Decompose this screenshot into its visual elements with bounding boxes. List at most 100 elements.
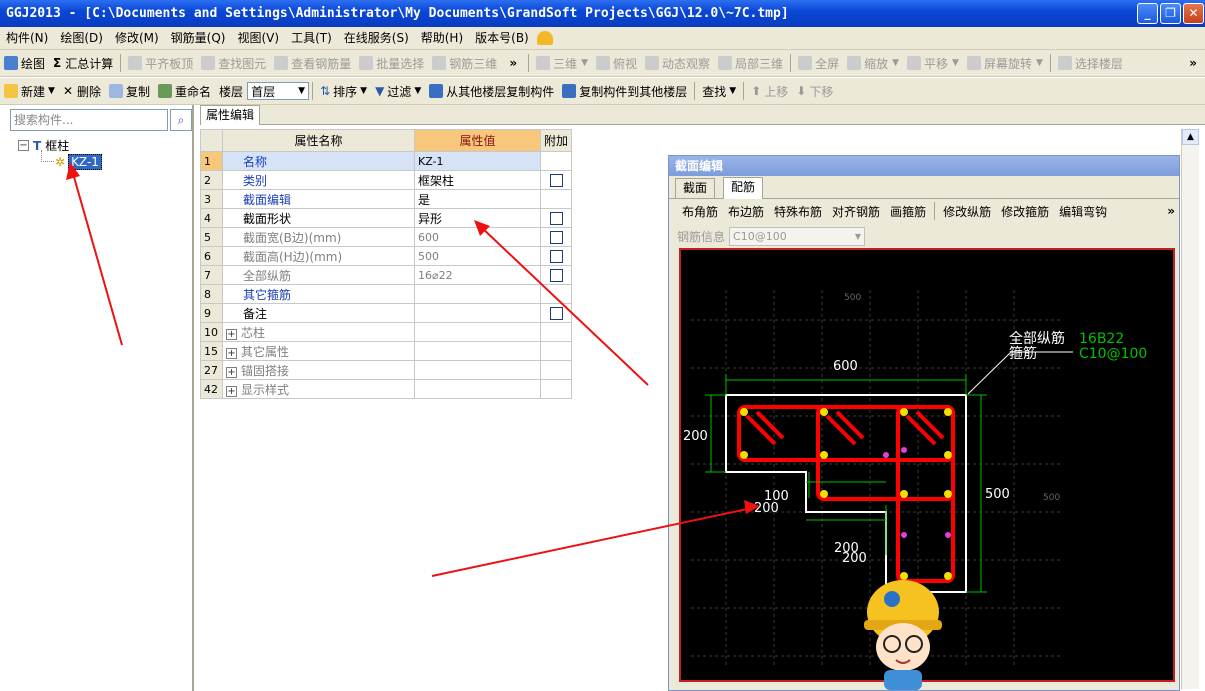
side-rebar-button[interactable]: 布边筋 [723,203,769,220]
table-row[interactable]: 42 + 显示样式 [200,379,573,399]
menu-version[interactable]: 版本号(B) [469,27,535,50]
table-row[interactable]: 8 其它箍筋 [200,284,573,304]
property-value[interactable]: 16⌀22 [414,265,541,285]
table-row[interactable]: 5 截面宽(B边)(mm) 600 [200,227,573,247]
close-button[interactable]: ✕ [1183,3,1204,24]
tree-node-frame-column[interactable]: − T 框柱 [18,137,69,154]
property-value[interactable] [414,284,541,304]
fullscreen-button[interactable]: 全屏 [794,52,843,74]
table-row[interactable]: 7 全部纵筋 16⌀22 [200,265,573,285]
menu-rebar-quantity[interactable]: 钢筋量(Q) [165,27,232,50]
menu-modify[interactable]: 修改(M) [109,27,165,50]
pan-button[interactable]: 平移 ▼ [903,52,963,74]
toolbar-overflow-chevron[interactable]: » [1189,56,1197,70]
batch-select-button[interactable]: 批量选择 [355,52,428,74]
menu-online-service[interactable]: 在线服务(S) [338,27,415,50]
menu-view[interactable]: 视图(V) [231,27,285,50]
extra-checkbox[interactable] [549,231,563,244]
property-group[interactable]: + 显示样式 [222,379,415,399]
corner-rebar-button[interactable]: 布角筋 [677,203,723,220]
find-button[interactable]: 查找 ▼ [698,80,740,102]
table-row[interactable]: 15 + 其它属性 [200,341,573,361]
rebar-info-select[interactable]: C10@100 ▼ [729,226,866,246]
modify-stirrup-button[interactable]: 修改箍筋 [996,203,1054,220]
property-group[interactable]: + 芯柱 [222,322,415,342]
table-row[interactable]: 1 名称 KZ-1 [200,151,573,171]
copy-from-floor-button[interactable]: 从其他楼层复制构件 [425,80,558,102]
edit-hook-button[interactable]: 编辑弯钩 [1054,203,1112,220]
new-button[interactable]: 新建 ▼ [0,80,59,102]
flat-board-button[interactable]: 平齐板顶 [124,52,197,74]
extra-checkbox[interactable] [549,307,563,320]
table-row[interactable]: 6 截面高(H边)(mm) 500 [200,246,573,266]
menu-tools[interactable]: 工具(T) [285,27,338,50]
extra-checkbox[interactable] [549,174,563,187]
copy-button[interactable]: 复制 [105,80,154,102]
select-floor-button[interactable]: 选择楼层 [1054,52,1127,74]
menu-component[interactable]: 构件(N) [0,27,54,50]
align-rebar-button[interactable]: 对齐钢筋 [827,203,885,220]
property-value[interactable]: 600 [414,227,541,247]
column-header-name[interactable]: 属性名称 [222,129,415,152]
minimize-button[interactable]: _ [1137,3,1158,24]
table-row[interactable]: 9 备注 [200,303,573,323]
maximize-button[interactable]: ❐ [1160,3,1181,24]
column-header-value[interactable]: 属性值 [414,129,541,152]
find-element-button[interactable]: 查找图元 [197,52,270,74]
view-rebar-button[interactable]: 查看钢筋量 [270,52,355,74]
search-icon[interactable]: ⌕ [170,109,192,131]
screen-rotate-button[interactable]: 屏幕旋转 ▼ [963,52,1047,74]
table-row[interactable]: 4 截面形状 异形 [200,208,573,228]
helmet-icon[interactable] [536,31,553,45]
menu-help[interactable]: 帮助(H) [415,27,469,50]
property-value[interactable]: 500 [414,246,541,266]
search-input[interactable]: 搜索构件... [10,109,168,131]
property-value[interactable]: 框架柱 [414,170,541,190]
draw-stirrup-button[interactable]: 画箍筋 [885,203,931,220]
floor-select[interactable]: 首层 ▼ [247,82,310,100]
tree-node-kz1[interactable]: ✲ KZ-1 [55,154,102,170]
tab-property-edit[interactable]: 属性编辑 [200,105,260,125]
modify-longitudinal-button[interactable]: 修改纵筋 [938,203,996,220]
toolbar-overflow-chevron[interactable]: » [509,56,517,70]
property-value[interactable]: 异形 [414,208,541,228]
table-row[interactable]: 3 截面编辑 是 [200,189,573,209]
tab-section[interactable]: 截面 [675,178,716,198]
table-row[interactable]: 10 + 芯柱 [200,322,573,342]
scroll-up-button[interactable]: ▲ [1182,129,1199,145]
tab-rebar[interactable]: 配筋 [723,177,764,199]
move-down-button[interactable]: ⬇ 下移 [792,80,837,102]
move-up-button[interactable]: ⬆ 上移 [747,80,792,102]
delete-button[interactable]: ✕ 删除 [59,80,105,102]
rename-button[interactable]: 重命名 [154,80,215,102]
dynamic-view-button[interactable]: 动态观察 [641,52,714,74]
copy-to-floor-button[interactable]: 复制构件到其他楼层 [558,80,691,102]
property-group[interactable]: + 锚固搭接 [222,360,415,380]
top-view-button[interactable]: 俯视 [592,52,641,74]
property-value[interactable]: 是 [414,189,541,209]
sum-calc-button[interactable]: Σ 汇总计算 [49,52,117,74]
rebar-3d-button[interactable]: 钢筋三维 [428,52,501,74]
vertical-scrollbar[interactable]: ▲ [1181,129,1199,689]
table-row[interactable]: 27 + 锚固搭接 [200,360,573,380]
menu-draw[interactable]: 绘图(D) [54,27,109,50]
draw-button[interactable]: 绘图 [0,52,49,74]
filter-button[interactable]: ▼ 过滤 ▼ [371,80,425,102]
extra-checkbox[interactable] [549,212,563,225]
sort-button[interactable]: ⇅ 排序 ▼ [316,80,371,102]
zoom-button[interactable]: 缩放 ▼ [843,52,903,74]
property-value[interactable] [414,303,541,323]
special-rebar-button[interactable]: 特殊布筋 [769,203,827,220]
property-value[interactable]: KZ-1 [414,151,541,171]
extra-checkbox[interactable] [549,250,563,263]
collapse-icon[interactable]: − [18,140,29,151]
view-3d-button[interactable]: 三维 ▼ [532,52,592,74]
expand-icon[interactable]: + [226,385,237,397]
expand-icon[interactable]: + [226,328,237,340]
expand-icon[interactable]: + [226,366,237,378]
expand-icon[interactable]: + [226,347,237,359]
table-row[interactable]: 2 类别 框架柱 [200,170,573,190]
property-group[interactable]: + 其它属性 [222,341,415,361]
local-3d-button[interactable]: 局部三维 [714,52,787,74]
section-toolbar-overflow-chevron[interactable]: » [1167,204,1175,218]
